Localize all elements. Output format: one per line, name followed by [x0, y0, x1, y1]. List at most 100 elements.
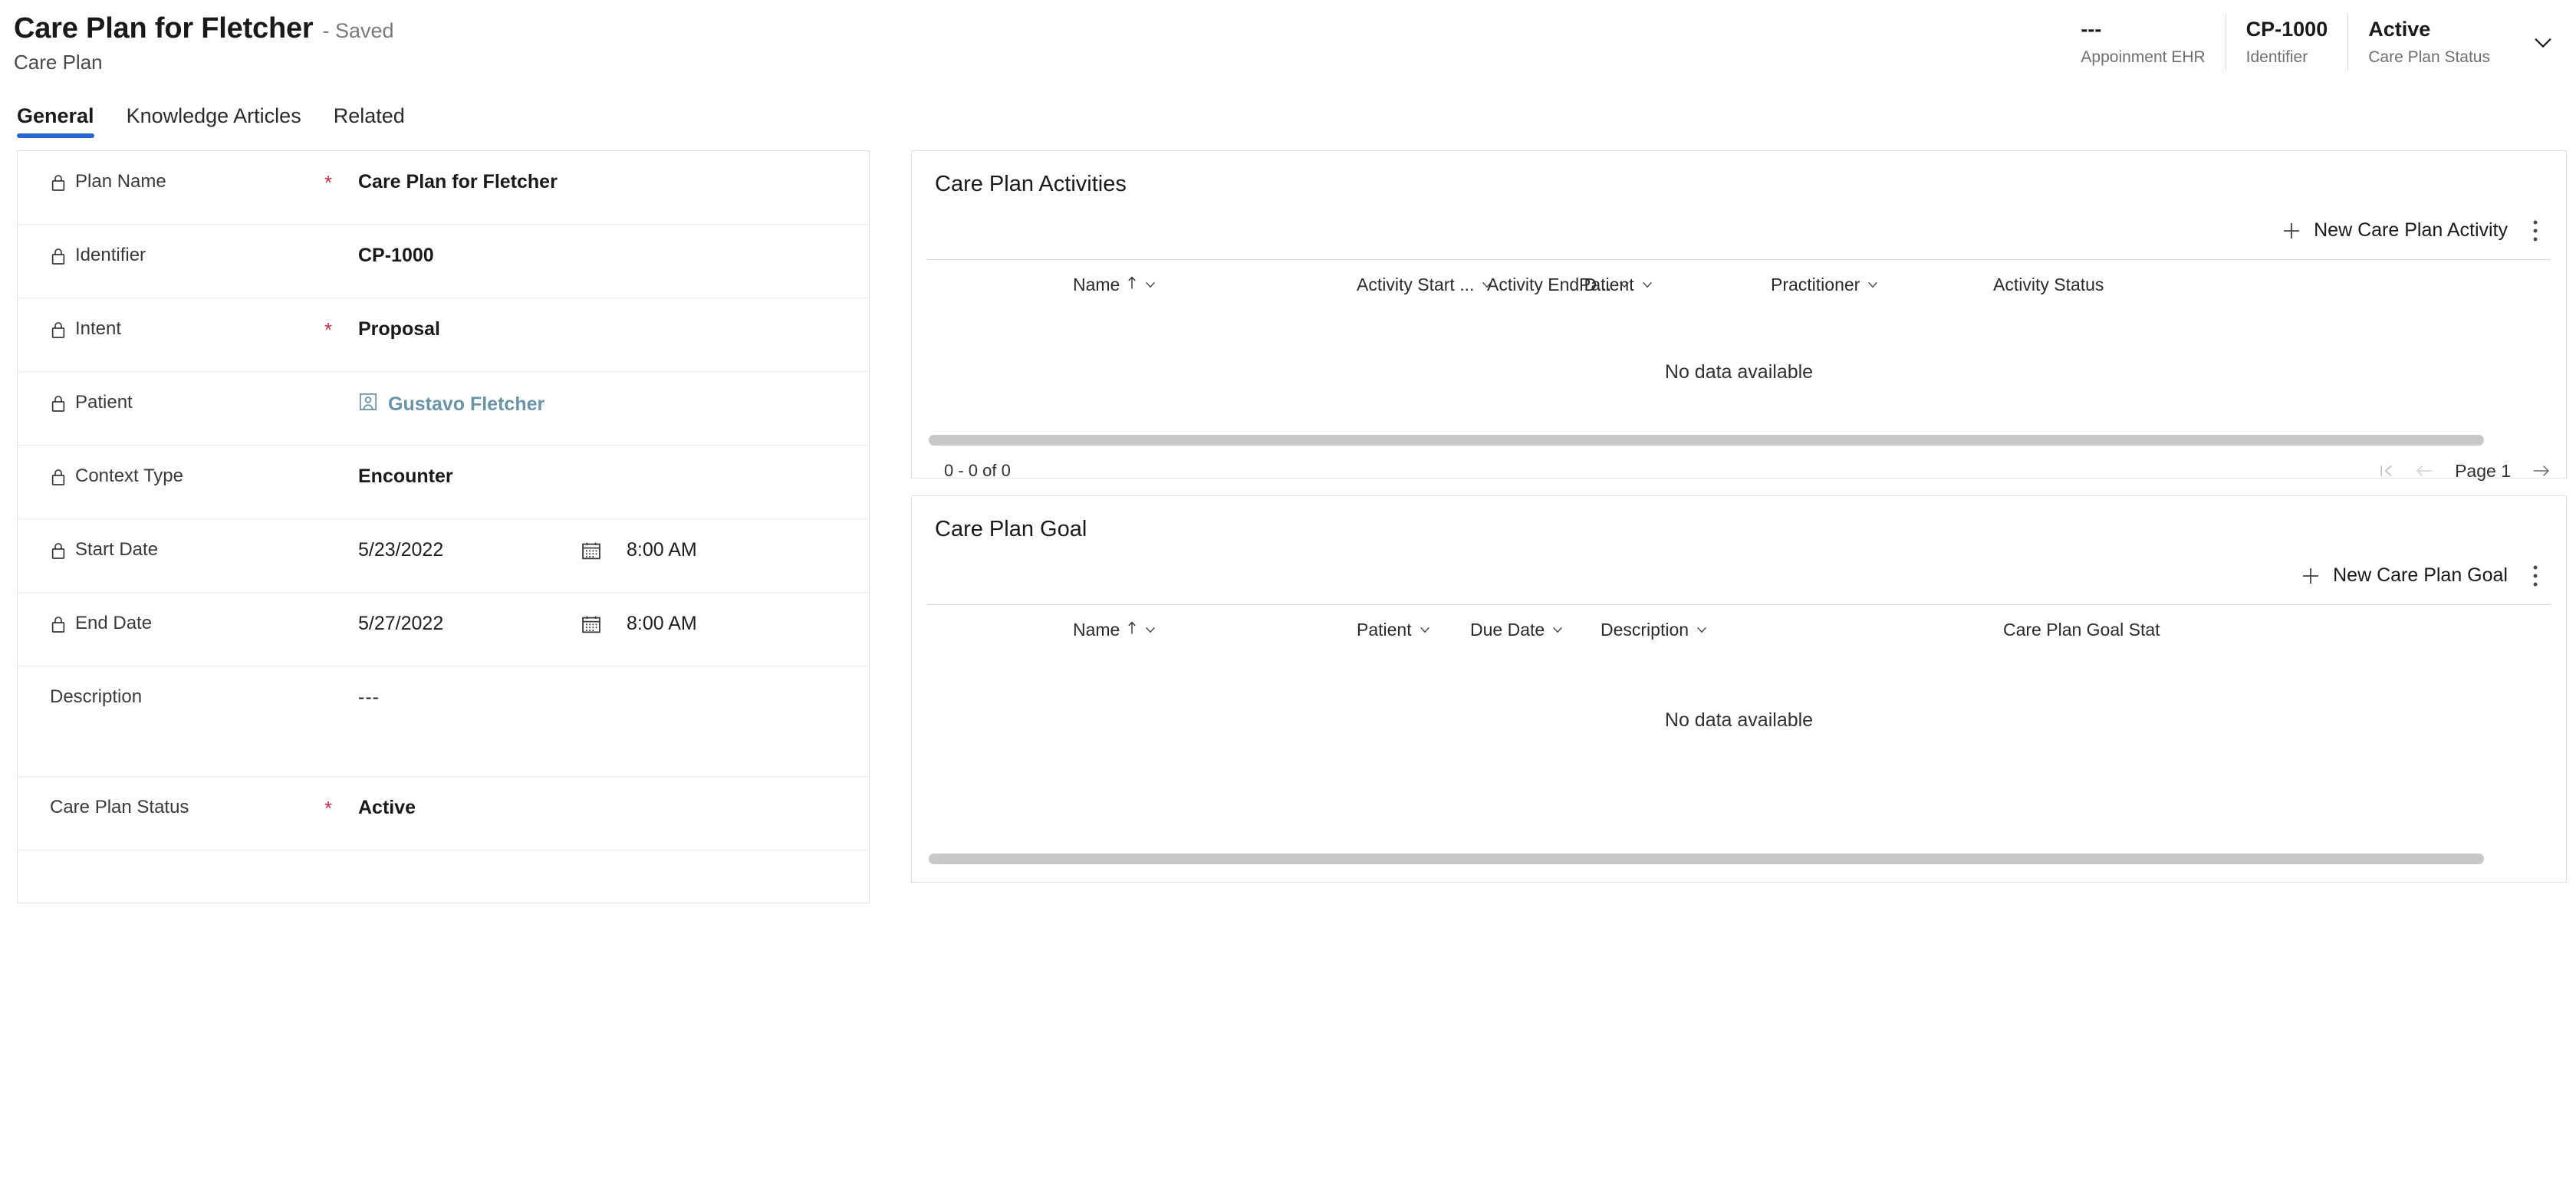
- field-label-cell: Care Plan Status: [18, 797, 324, 819]
- lock-icon: [50, 541, 67, 564]
- form-field-description[interactable]: Description ---: [18, 666, 869, 777]
- field-value: Encounter: [358, 465, 453, 487]
- general-field-section: Plan Name * Care Plan for Fletcher Ident…: [17, 150, 870, 903]
- column-label: Name: [1073, 275, 1120, 295]
- field-value: Active: [358, 797, 416, 818]
- chevron-down-icon[interactable]: [1641, 275, 1653, 295]
- scrollbar-thumb[interactable]: [929, 853, 2485, 864]
- column-label: Name: [1073, 620, 1120, 640]
- field-value-cell[interactable]: Proposal: [358, 318, 869, 340]
- header-field-appointment-ehr[interactable]: --- Appoinment EHR: [2061, 14, 2225, 71]
- goal-horizontal-scrollbar[interactable]: [929, 853, 2549, 864]
- form-field-patient[interactable]: Patient Gustavo Fletcher: [18, 372, 869, 446]
- activities-record-count: 0 - 0 of 0: [944, 461, 1011, 481]
- chevron-down-icon[interactable]: [1144, 620, 1156, 640]
- care-plan-activities-panel: Care Plan Activities New Care Plan Activ…: [911, 150, 2567, 481]
- field-label: Plan Name: [75, 171, 166, 192]
- form-field-identifier[interactable]: Identifier CP-1000: [18, 225, 869, 298]
- header-field-value: CP-1000: [2245, 18, 2328, 41]
- new-care-plan-activity-button[interactable]: New Care Plan Activity: [2269, 215, 2518, 247]
- chevron-down-icon[interactable]: [1481, 275, 1493, 295]
- goal-empty-state: No data available: [1664, 709, 1814, 732]
- previous-page-button[interactable]: [2415, 462, 2435, 479]
- goal-command-bar: New Care Plan Goal: [912, 543, 2566, 604]
- subgrid-column: Care Plan Activities New Care Plan Activ…: [890, 150, 2576, 900]
- field-label-cell: End Date: [18, 613, 324, 637]
- form-field-end-date[interactable]: End Date 5/27/2022 8:00 AM: [18, 593, 869, 666]
- field-value-cell[interactable]: Care Plan for Fletcher: [358, 171, 869, 193]
- form-field-context-type[interactable]: Context Type Encounter: [18, 446, 869, 519]
- activities-horizontal-scrollbar[interactable]: [929, 434, 2549, 446]
- chevron-down-icon[interactable]: [1618, 275, 1630, 295]
- field-label-cell: Plan Name: [18, 171, 324, 196]
- field-value-cell[interactable]: Encounter: [358, 465, 869, 488]
- field-value-cell[interactable]: 5/23/2022 8:00 AM: [358, 539, 869, 561]
- field-value-cell[interactable]: CP-1000: [358, 245, 869, 267]
- column-header-activity-status[interactable]: Activity Status: [1993, 275, 2104, 295]
- field-label-cell: Intent: [18, 318, 324, 343]
- first-page-button[interactable]: [2378, 462, 2395, 479]
- activities-grid-footer: 0 - 0 of 0 Page 1: [912, 446, 2566, 498]
- activities-overflow-menu-button[interactable]: [2518, 215, 2549, 247]
- column-header-due-date[interactable]: Due Date: [1470, 620, 1601, 640]
- column-header-care-plan-goal-status[interactable]: Care Plan Goal Stat: [2003, 620, 2160, 640]
- chevron-down-icon[interactable]: [1419, 620, 1431, 640]
- header-field-identifier[interactable]: CP-1000 Identifier: [2225, 14, 2348, 71]
- calendar-icon[interactable]: [581, 613, 627, 635]
- column-header-name[interactable]: Name: [927, 620, 1357, 640]
- lock-icon: [50, 394, 67, 416]
- page-header: Care Plan for Fletcher - Saved Care Plan…: [0, 0, 2576, 90]
- required-indicator-empty: [324, 686, 358, 688]
- field-value-cell[interactable]: Active: [358, 797, 869, 819]
- field-value-cell[interactable]: 5/27/2022 8:00 AM: [358, 613, 869, 635]
- field-label-cell: Start Date: [18, 539, 324, 564]
- field-value: ---: [358, 686, 380, 708]
- save-state-label: - Saved: [322, 19, 394, 42]
- column-header-description[interactable]: Description: [1601, 620, 2003, 640]
- chevron-down-icon[interactable]: [1696, 620, 1708, 640]
- column-label: Care Plan Goal Stat: [2003, 620, 2160, 640]
- form-tab-strip: General Knowledge Articles Related: [0, 90, 2576, 138]
- chevron-down-icon[interactable]: [1551, 620, 1564, 640]
- header-field-label: Identifier: [2245, 48, 2308, 66]
- patient-record-link[interactable]: Gustavo Fletcher: [358, 392, 544, 417]
- chevron-down-icon[interactable]: [2510, 14, 2568, 71]
- new-care-plan-goal-button[interactable]: New Care Plan Goal: [2288, 560, 2518, 592]
- column-header-patient[interactable]: Patient: [1357, 620, 1470, 640]
- next-page-button[interactable]: [2531, 462, 2551, 479]
- field-label: Identifier: [75, 245, 146, 265]
- column-header-name[interactable]: Name: [927, 275, 1357, 295]
- lock-icon: [50, 321, 67, 343]
- chevron-down-icon[interactable]: [1144, 275, 1156, 295]
- form-field-plan-name[interactable]: Plan Name * Care Plan for Fletcher: [18, 151, 869, 225]
- tab-general[interactable]: General: [17, 104, 94, 138]
- column-header-practitioner[interactable]: Practitioner: [1771, 275, 1993, 295]
- column-header-activity-start-date[interactable]: Activity Start ...: [1357, 275, 1492, 295]
- column-label: Patient: [1357, 620, 1412, 640]
- form-field-start-date[interactable]: Start Date 5/23/2022 8:00 AM: [18, 519, 869, 593]
- header-summary-fields: --- Appoinment EHR CP-1000 Identifier Ac…: [2061, 14, 2568, 71]
- calendar-icon[interactable]: [581, 540, 627, 561]
- chevron-down-icon[interactable]: [1867, 275, 1879, 295]
- new-goal-label: New Care Plan Goal: [2333, 564, 2508, 587]
- field-label: Patient: [75, 392, 133, 413]
- goal-overflow-menu-button[interactable]: [2518, 560, 2549, 592]
- column-label: Activity Status: [1993, 275, 2104, 295]
- tab-knowledge-articles[interactable]: Knowledge Articles: [127, 104, 301, 138]
- column-header-patient[interactable]: Patient: [1579, 275, 1771, 295]
- required-indicator: *: [324, 318, 333, 341]
- header-field-care-plan-status[interactable]: Active Care Plan Status: [2347, 14, 2510, 71]
- lock-icon: [50, 468, 67, 490]
- header-field-label: Appoinment EHR: [2081, 48, 2206, 66]
- scrollbar-thumb[interactable]: [929, 434, 2485, 446]
- tab-related[interactable]: Related: [334, 104, 405, 138]
- field-value: Care Plan for Fletcher: [358, 171, 558, 192]
- form-field-care-plan-status[interactable]: Care Plan Status * Active: [18, 777, 869, 850]
- required-indicator-empty: [324, 613, 358, 614]
- form-field-intent[interactable]: Intent * Proposal: [18, 298, 869, 372]
- field-value-cell[interactable]: Gustavo Fletcher: [358, 392, 869, 417]
- column-header-activity-end-date[interactable]: Activity End D...: [1487, 275, 1630, 295]
- field-label: Care Plan Status: [50, 797, 189, 817]
- required-indicator-empty: [324, 465, 358, 467]
- field-value-cell[interactable]: ---: [358, 686, 869, 709]
